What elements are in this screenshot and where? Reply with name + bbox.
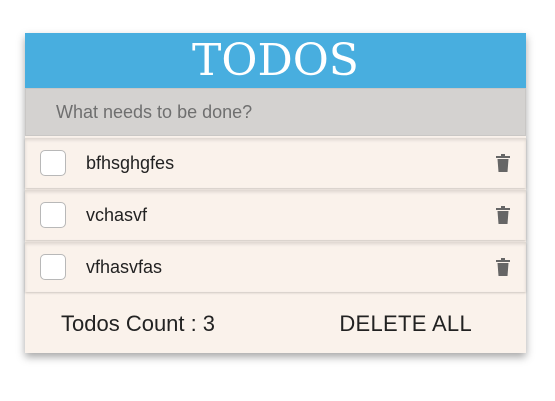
footer: Todos Count :3 DELETE ALL [25,292,526,355]
trash-icon[interactable] [496,258,510,276]
todo-item: vfhasvfas [25,242,526,292]
app-title: TODOS [25,33,526,88]
todo-item: vchasvf [25,190,526,240]
todo-app: TODOS bfhsghgfes vchasvf vfhasvfas [25,33,526,353]
todos-count: Todos Count :3 [61,311,215,337]
new-todo-row [25,88,526,136]
new-todo-input[interactable] [26,89,525,135]
todos-count-label: Todos Count : [61,310,197,336]
todo-item: bfhsghgfes [25,138,526,188]
todo-text: vchasvf [86,204,148,225]
delete-all-button[interactable]: DELETE ALL [339,311,472,337]
todo-list: bfhsghgfes vchasvf vfhasvfas [25,138,526,292]
trash-icon[interactable] [496,154,510,172]
todo-text: bfhsghgfes [86,152,175,173]
todos-count-value: 3 [202,310,215,336]
trash-icon[interactable] [496,206,510,224]
todo-checkbox[interactable] [40,254,66,280]
todo-checkbox[interactable] [40,150,66,176]
todo-text: vfhasvfas [86,256,163,277]
todo-checkbox[interactable] [40,202,66,228]
